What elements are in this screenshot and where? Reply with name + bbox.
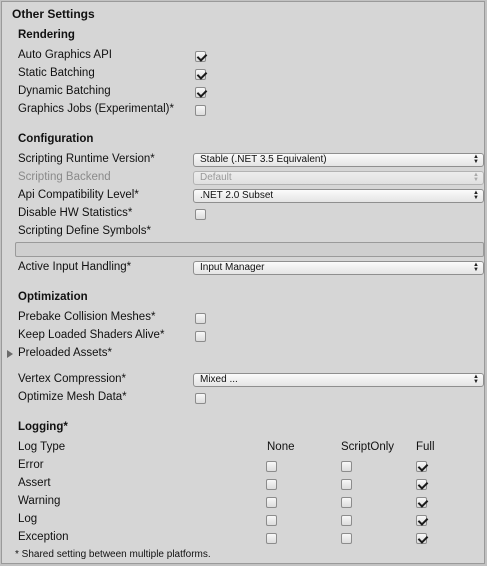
- log-type-header: Log Type: [18, 441, 66, 453]
- keep-shaders-checkbox[interactable]: [195, 331, 206, 342]
- full-column-header: Full: [416, 441, 435, 453]
- scripting-backend-dropdown: Default ▲ ▼: [193, 171, 484, 185]
- none-column-header: None: [267, 441, 295, 453]
- error-none-checkbox[interactable]: [266, 461, 277, 472]
- warning-full-checkbox[interactable]: [416, 497, 427, 508]
- api-compat-value: .NET 2.0 Subset: [200, 190, 274, 201]
- assert-scriptonly-checkbox[interactable]: [341, 479, 352, 490]
- keep-shaders-label: Keep Loaded Shaders Alive*: [18, 329, 165, 341]
- warning-scriptonly-checkbox[interactable]: [341, 497, 352, 508]
- assert-full-checkbox[interactable]: [416, 479, 427, 490]
- prebake-checkbox[interactable]: [195, 313, 206, 324]
- optimize-mesh-label: Optimize Mesh Data*: [18, 391, 127, 403]
- active-input-label: Active Input Handling*: [18, 261, 132, 273]
- shared-setting-note: * Shared setting between multiple platfo…: [15, 549, 211, 560]
- log-scriptonly-checkbox[interactable]: [341, 515, 352, 526]
- scripting-runtime-value: Stable (.NET 3.5 Equivalent): [200, 154, 327, 165]
- vertex-compression-dropdown[interactable]: Mixed ... ▲ ▼: [193, 373, 484, 387]
- api-compat-label: Api Compatibility Level*: [18, 189, 139, 201]
- log-none-checkbox[interactable]: [266, 515, 277, 526]
- exception-none-checkbox[interactable]: [266, 533, 277, 544]
- other-settings-panel: Other Settings Rendering Auto Graphics A…: [1, 1, 485, 564]
- prebake-label: Prebake Collision Meshes*: [18, 311, 156, 323]
- dropdown-arrows-icon: ▲ ▼: [473, 374, 479, 385]
- log-row-label: Warning: [18, 495, 61, 507]
- auto-graphics-api-checkbox[interactable]: [195, 51, 206, 62]
- vertex-compression-label: Vertex Compression*: [18, 373, 127, 385]
- scriptonly-column-header: ScriptOnly: [341, 441, 395, 453]
- error-full-checkbox[interactable]: [416, 461, 427, 472]
- graphics-jobs-label: Graphics Jobs (Experimental)*: [18, 103, 174, 115]
- configuration-header: Configuration: [18, 133, 94, 145]
- define-symbols-input[interactable]: [15, 242, 484, 257]
- static-batching-label: Static Batching: [18, 67, 95, 79]
- warning-none-checkbox[interactable]: [266, 497, 277, 508]
- log-row-label: Error: [18, 459, 44, 471]
- section-title: Other Settings: [12, 7, 95, 21]
- exception-full-checkbox[interactable]: [416, 533, 427, 544]
- active-input-value: Input Manager: [200, 262, 265, 273]
- disable-hw-stats-label: Disable HW Statistics*: [18, 207, 133, 219]
- dropdown-arrows-icon: ▲ ▼: [473, 262, 479, 273]
- define-symbols-label: Scripting Define Symbols*: [18, 225, 151, 237]
- exception-scriptonly-checkbox[interactable]: [341, 533, 352, 544]
- scripting-backend-value: Default: [200, 172, 232, 183]
- log-row-label: Exception: [18, 531, 69, 543]
- dynamic-batching-label: Dynamic Batching: [18, 85, 111, 97]
- logging-header: Logging*: [18, 421, 68, 433]
- scripting-runtime-dropdown[interactable]: Stable (.NET 3.5 Equivalent) ▲ ▼: [193, 153, 484, 167]
- static-batching-checkbox[interactable]: [195, 69, 206, 80]
- log-full-checkbox[interactable]: [416, 515, 427, 526]
- preloaded-assets-label[interactable]: Preloaded Assets*: [18, 347, 112, 359]
- auto-graphics-api-label: Auto Graphics API: [18, 49, 112, 61]
- foldout-triangle-icon[interactable]: [7, 350, 13, 358]
- dropdown-arrows-icon: ▲ ▼: [473, 172, 479, 183]
- dynamic-batching-checkbox[interactable]: [195, 87, 206, 98]
- scripting-backend-label: Scripting Backend: [18, 171, 111, 183]
- log-row-label: Assert: [18, 477, 51, 489]
- optimize-mesh-checkbox[interactable]: [195, 393, 206, 404]
- assert-none-checkbox[interactable]: [266, 479, 277, 490]
- disable-hw-stats-checkbox[interactable]: [195, 209, 206, 220]
- active-input-dropdown[interactable]: Input Manager ▲ ▼: [193, 261, 484, 275]
- dropdown-arrows-icon: ▲ ▼: [473, 190, 479, 201]
- dropdown-arrows-icon: ▲ ▼: [473, 154, 479, 165]
- api-compat-dropdown[interactable]: .NET 2.0 Subset ▲ ▼: [193, 189, 484, 203]
- rendering-header: Rendering: [18, 29, 75, 41]
- graphics-jobs-checkbox[interactable]: [195, 105, 206, 116]
- log-row-label: Log: [18, 513, 38, 525]
- optimization-header: Optimization: [18, 291, 88, 303]
- vertex-compression-value: Mixed ...: [200, 374, 238, 385]
- scripting-runtime-label: Scripting Runtime Version*: [18, 153, 155, 165]
- error-scriptonly-checkbox[interactable]: [341, 461, 352, 472]
